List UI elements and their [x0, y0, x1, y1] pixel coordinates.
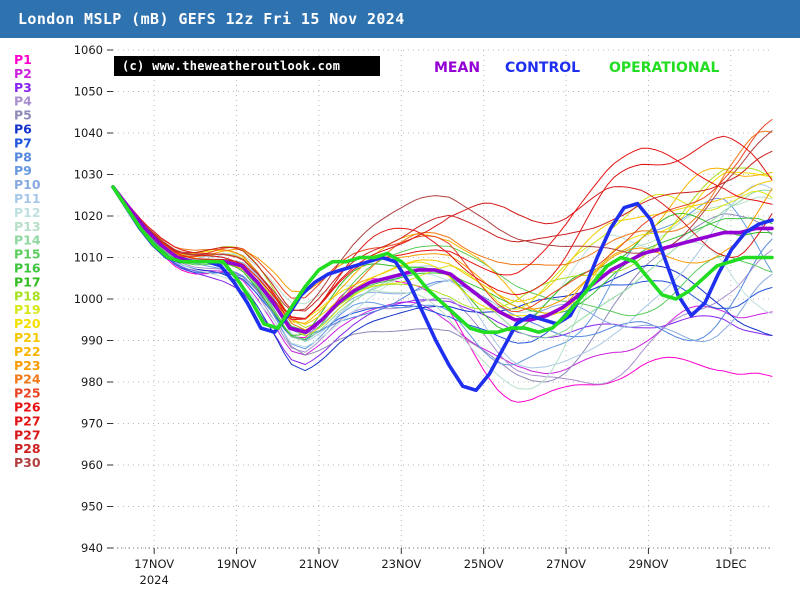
watermark-text: (c) www.theweatheroutlook.com [122, 59, 340, 73]
ensemble-member-line [112, 187, 773, 365]
member-legend-item: P26 [14, 400, 41, 415]
chart-svg: 940 950 960 970 980 990 1000 1010 1020 1030 1040 10… [14, 43, 774, 587]
member-legend-item: P28 [14, 441, 41, 456]
series-legend: MEAN CONTROL OPERATIONAL [434, 60, 719, 76]
member-legend-item: P4 [14, 94, 32, 109]
member-legend-item: P15 [14, 247, 41, 262]
ensemble-member-line [112, 187, 773, 390]
member-legend-item: P3 [14, 80, 32, 95]
title-bar: London MSLP (mB) GEFS 12z Fri 15 Nov 202… [0, 0, 800, 38]
member-legend-item: P9 [14, 163, 32, 178]
page-title: London MSLP (mB) GEFS 12z Fri 15 Nov 202… [18, 10, 405, 28]
x-axis-tick-label: 29NOV [628, 557, 668, 571]
member-legend-item: P1 [14, 52, 32, 67]
y-axis-tick-label: 970 [81, 417, 103, 431]
x-axis-tick-label: 19NOV [217, 557, 257, 571]
y-axis-tick-label: 1030 [74, 168, 103, 182]
y-axis-tick-label: 1020 [74, 209, 103, 223]
highlight-series [111, 185, 774, 393]
ensemble-member-line [112, 186, 773, 366]
member-legend-item: P27 [14, 413, 41, 428]
member-legend-item: P6 [14, 122, 32, 137]
member-legend-item: P23 [14, 358, 41, 373]
x-axis-tick-label: 1DEC [715, 557, 746, 571]
y-axis-tick-label: 990 [81, 334, 103, 348]
member-legend-item: P25 [14, 386, 41, 401]
member-legend-item: P11 [14, 191, 41, 206]
member-legend-item: P27 [14, 427, 41, 442]
y-axis-tick-label: 940 [81, 541, 103, 555]
y-axis-tick-label: 1050 [74, 85, 103, 99]
ensemble-member-line [112, 130, 773, 331]
member-legend-item: P13 [14, 219, 41, 234]
member-legend-item: P7 [14, 135, 32, 150]
member-legend-item: P12 [14, 205, 41, 220]
y-axis-tick-label: 1010 [74, 251, 103, 265]
y-axis-tick-label: 960 [81, 458, 103, 472]
member-legend-item: P16 [14, 261, 41, 276]
series-line-control [111, 185, 774, 393]
member-legend-item: P30 [14, 455, 41, 470]
member-legend-item: P17 [14, 274, 41, 289]
ensemble-chart: 940 950 960 970 980 990 1000 1010 1020 1030 1040 10… [0, 38, 800, 600]
member-legend-item: P22 [14, 344, 41, 359]
member-legend-item: P14 [14, 233, 41, 248]
member-legend-item: P5 [14, 108, 32, 123]
ensemble-member-line [112, 147, 773, 320]
member-legend-item: P20 [14, 316, 41, 331]
ensemble-member-line [112, 187, 773, 403]
x-axis-tick-label: 25NOV [464, 557, 504, 571]
member-legend-item: P2 [14, 66, 32, 81]
x-axis-tick-label: 21NOV [299, 557, 339, 571]
member-legend-item: P8 [14, 149, 32, 164]
member-legend: P1P2P3P4P5P6P7P8P9P10P11P12P13P14P15P16P… [14, 52, 41, 470]
member-legend-item: P19 [14, 302, 41, 317]
y-axis-tick-label: 980 [81, 375, 103, 389]
x-axis-tick-label: 27NOV [546, 557, 586, 571]
x-axis-year-label: 2024 [140, 573, 169, 587]
series-legend-item: MEAN [434, 60, 480, 76]
member-legend-item: P21 [14, 330, 41, 345]
y-axis-tick-label: 1000 [74, 292, 103, 306]
x-axis-tick-label: 23NOV [381, 557, 421, 571]
y-axis-tick-label: 950 [81, 500, 103, 514]
y-axis-tick-label: 1040 [74, 126, 103, 140]
series-legend-item: CONTROL [505, 60, 580, 76]
member-legend-item: P10 [14, 177, 41, 192]
watermark: (c) www.theweatheroutlook.com [114, 56, 380, 76]
ensemble-member-line [112, 186, 773, 310]
member-legend-item: P24 [14, 372, 41, 387]
y-axis-tick-label: 1060 [74, 43, 103, 57]
series-legend-item: OPERATIONAL [609, 60, 719, 76]
member-legend-item: P18 [14, 288, 41, 303]
x-axis-tick-label: 17NOV [134, 557, 174, 571]
